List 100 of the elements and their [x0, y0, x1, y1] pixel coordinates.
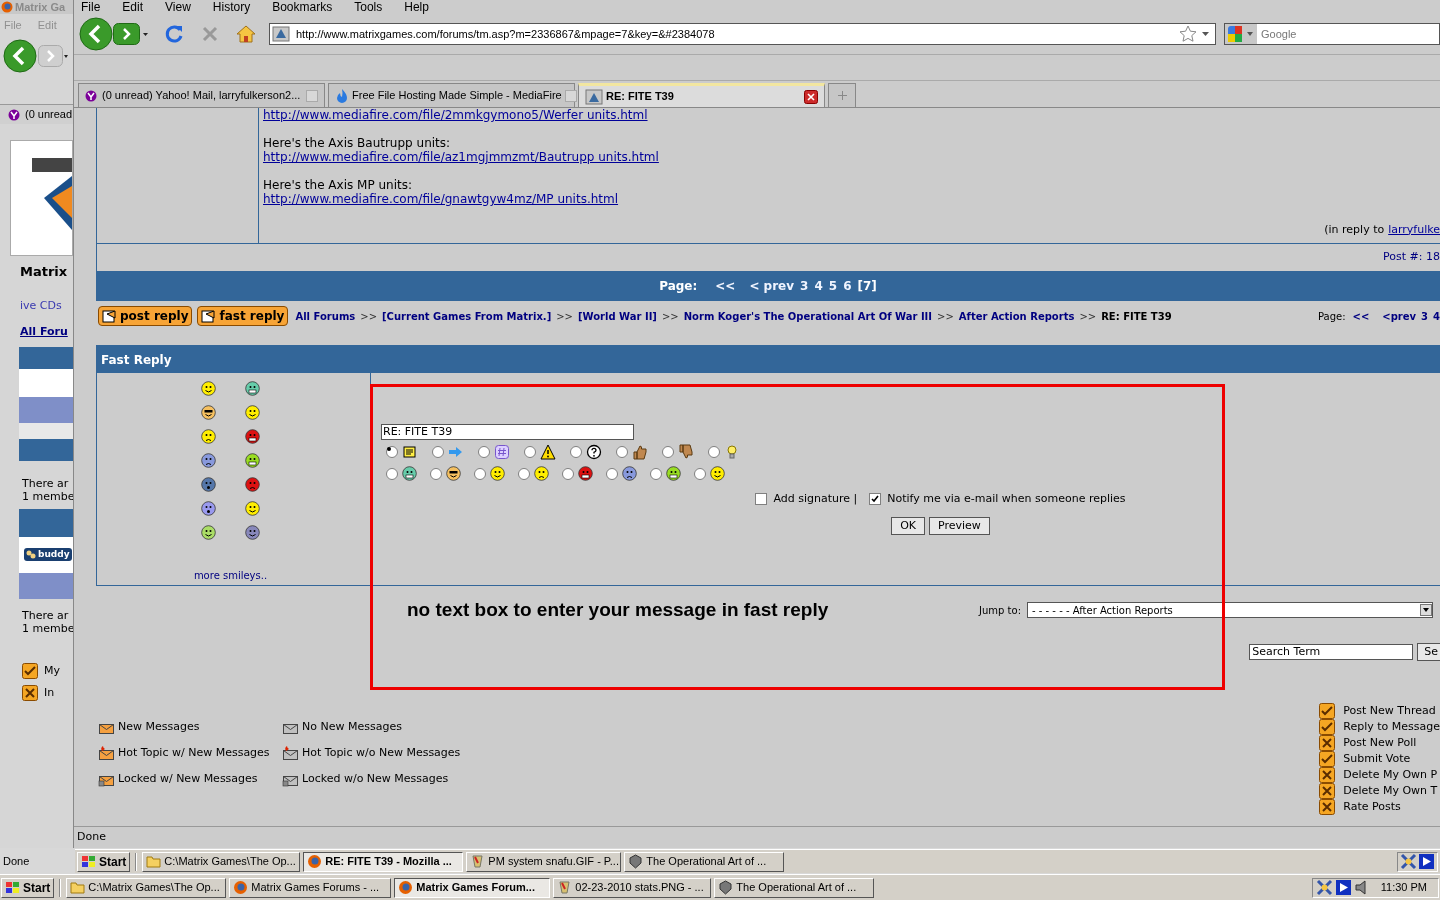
subject-field[interactable]: RE: FITE T39: [381, 424, 634, 440]
windows-logo-icon: [81, 854, 97, 869]
search-field[interactable]: Google: [1224, 23, 1440, 45]
post-number: Post #: 18: [1383, 249, 1440, 266]
radio-button[interactable]: [708, 446, 720, 458]
flame-icon: [335, 87, 349, 104]
radio-button[interactable]: [386, 467, 398, 480]
page-link[interactable]: 4: [814, 277, 823, 295]
page-link[interactable]: 4: [1433, 308, 1440, 324]
page-link[interactable]: 6: [843, 277, 852, 295]
folder-icon: [146, 854, 162, 869]
start-button[interactable]: Start: [1, 877, 55, 898]
site-icon: [585, 88, 603, 105]
address-field[interactable]: http://www.matrixgames.com/forums/tm.asp?m=2336867&mpage=7&key=&#2384078: [269, 23, 1216, 45]
form-button[interactable]: OK: [891, 516, 925, 535]
first-page-link[interactable]: <<: [715, 277, 736, 295]
online-text: There ar: [21, 608, 70, 622]
start-button[interactable]: Start: [77, 851, 131, 872]
warning-icon: [540, 444, 556, 460]
first-page-link[interactable]: <<: [1352, 308, 1370, 324]
radio-button[interactable]: [694, 467, 706, 480]
close-icon: [306, 89, 318, 102]
previous-page-link[interactable]: < prev: [749, 277, 795, 295]
reply-button[interactable]: post reply: [98, 306, 193, 326]
jump-to-label: Jump to:: [979, 603, 1021, 618]
taskbar-button[interactable]: The Operational Art of ...: [714, 877, 875, 898]
browser-tab[interactable]: (0 unread) Yahoo! Mail, larryfulkerson2...: [78, 83, 325, 107]
hot-envelope-icon: [282, 745, 299, 761]
taskbar-button[interactable]: 02-23-2010 stats.PNG - ...: [553, 877, 712, 898]
link[interactable]: http://www.mediafire.com/file/az1mgjmmzmt/Bautrupp units.html: [263, 150, 1440, 164]
radio-button[interactable]: [474, 467, 486, 480]
radio-button[interactable]: [650, 467, 662, 480]
menu-item[interactable]: Bookmarks: [272, 1, 333, 13]
buddy-button[interactable]: buddy: [24, 547, 72, 562]
radio-button[interactable]: [606, 467, 618, 480]
breadcrumb-link[interactable]: After Action Reports: [958, 308, 1075, 324]
menu-item[interactable]: File: [81, 1, 101, 13]
radio-button[interactable]: [570, 446, 582, 458]
menu-item[interactable]: View: [165, 1, 191, 13]
menu-item[interactable]: Help: [404, 1, 429, 13]
nav-link[interactable]: ive CDs: [0, 297, 73, 314]
taskbar-button[interactable]: Matrix Games Forum...: [394, 877, 551, 898]
star-icon: [1179, 25, 1197, 43]
more-smileys-link[interactable]: more smileys..: [193, 568, 268, 583]
previous-page-link[interactable]: <prev: [1382, 308, 1417, 324]
radio-button[interactable]: [562, 467, 574, 480]
browser-tab[interactable]: Free File Hosting Made Simple - MediaFire: [328, 83, 575, 107]
search-input[interactable]: Google: [1261, 25, 1439, 43]
taskbar-button[interactable]: PM system snafu.GIF - P...: [466, 851, 622, 872]
taskbar-button[interactable]: Matrix Games Forums - ...: [229, 877, 392, 898]
browser-logo-icon: [398, 880, 414, 895]
taskbar-button[interactable]: RE: FITE T39 - Mozilla ...: [303, 851, 464, 872]
search-term-field[interactable]: Search Term: [1249, 644, 1414, 660]
browser-tab[interactable]: RE: FITE T39: [578, 83, 825, 107]
jump-to-dropdown[interactable]: - - - - - - After Action Reports: [1027, 602, 1433, 618]
radio-button[interactable]: [478, 446, 490, 458]
permission-label: My: [44, 662, 60, 679]
breadcrumb-link[interactable]: [World War II]: [578, 308, 657, 324]
link[interactable]: http://www.mediafire.com/file/2mmkgymono5/Werfer units.html: [263, 108, 1440, 122]
page-link[interactable]: [7]: [857, 277, 877, 295]
checkbox-label: Add signature |: [773, 491, 858, 507]
note-icon: [402, 444, 418, 460]
breadcrumb-link[interactable]: Norm Koger's The Operational Art Of War III: [683, 308, 933, 324]
new-tab-button[interactable]: [828, 83, 856, 107]
breadcrumb-link[interactable]: All Forums: [295, 308, 356, 324]
smiley-icon: [245, 381, 260, 396]
nav-link[interactable]: All Foru: [0, 324, 73, 341]
radio-button[interactable]: [432, 446, 444, 458]
play-icon: [1418, 853, 1435, 870]
legend-label: Hot Topic w/o New Messages: [302, 744, 461, 761]
checkbox[interactable]: [755, 493, 768, 506]
radio-button[interactable]: [662, 446, 674, 458]
radio-button[interactable]: [524, 446, 536, 458]
checkbox[interactable]: [869, 493, 882, 506]
taskbar-button[interactable]: C:\Matrix Games\The Op...: [142, 851, 301, 872]
page-link[interactable]: 5: [828, 277, 838, 295]
online-text: 1 membe: [21, 489, 73, 503]
search-button[interactable]: Se: [1417, 643, 1440, 661]
author-link[interactable]: larryfulke: [1388, 221, 1440, 238]
paint-icon: [557, 880, 573, 895]
reply-button[interactable]: fast reply: [197, 306, 289, 326]
menu-item[interactable]: Edit: [122, 1, 144, 13]
page-link[interactable]: 3: [800, 277, 809, 295]
menu-item[interactable]: History: [212, 1, 251, 13]
breadcrumb-link[interactable]: [Current Games From Matrix.]: [382, 308, 552, 324]
link[interactable]: http://www.mediafire.com/file/gnawtgyw4mz/MP units.html: [263, 192, 1440, 206]
taskbar-button[interactable]: C:\Matrix Games\The Op...: [66, 877, 227, 898]
smiley-icon: [201, 525, 216, 540]
radio-button[interactable]: [430, 467, 442, 480]
plus-icon: [837, 91, 847, 100]
menu-item[interactable]: Tools: [354, 1, 383, 13]
form-button[interactable]: Preview: [929, 516, 990, 535]
radio-button[interactable]: [386, 446, 398, 458]
page-link[interactable]: 3: [1421, 308, 1429, 324]
radio-button[interactable]: [616, 446, 628, 458]
taskbar-button[interactable]: The Operational Art of ...: [624, 851, 785, 872]
radio-button[interactable]: [518, 467, 530, 480]
back-button-icon: [79, 17, 113, 51]
folder-icon: [70, 880, 86, 895]
thumbs-up-icon: [632, 444, 648, 460]
